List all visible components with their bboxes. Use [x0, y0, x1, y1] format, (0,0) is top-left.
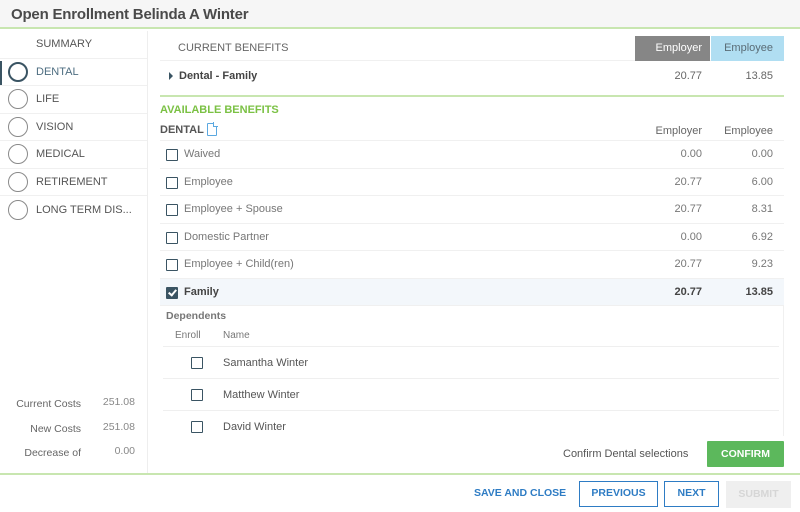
employer-cost: 20.77 [674, 175, 702, 188]
sidebar-item-label: VISION [36, 120, 74, 133]
cost-value: 0.00 [114, 445, 135, 457]
footer-bar: SAVE AND CLOSE PREVIOUS NEXT SUBMIT [0, 473, 800, 512]
sidebar-item-retirement[interactable]: RETIREMENT [0, 169, 147, 196]
dependent-name: Samantha Winter [223, 357, 308, 369]
plan-label: DENTAL [160, 124, 204, 136]
current-benefit-row[interactable]: Dental - Family 20.77 13.85 [160, 61, 784, 97]
current-costs-row: Current Costs 251.08 [0, 396, 148, 421]
status-circle-icon [8, 116, 28, 137]
sidebar-item-vision[interactable]: VISION [0, 114, 147, 141]
option-checkbox[interactable] [166, 231, 178, 244]
plan-option-employee-spouse[interactable]: Employee + Spouse 20.77 8.31 [160, 196, 784, 224]
sidebar-item-label: DENTAL [36, 65, 79, 78]
document-icon[interactable] [207, 122, 218, 136]
dependents-title: Dependents [166, 310, 227, 322]
employee-cost: 13.85 [745, 70, 773, 82]
option-label: Employee + Child(ren) [184, 258, 294, 270]
employer-cost: 20.77 [674, 258, 702, 270]
employer-cost: 0.00 [680, 230, 702, 243]
option-checkbox-checked[interactable] [166, 286, 178, 299]
employer-column-header: Employer [655, 125, 702, 137]
sidebar-item-label: LONG TERM DIS... [36, 203, 132, 216]
status-circle-icon [8, 89, 28, 110]
next-button[interactable]: NEXT [664, 481, 719, 507]
decrease-row: Decrease of 0.00 [0, 445, 148, 470]
plan-option-employee-children[interactable]: Employee + Child(ren) 20.77 9.23 [160, 251, 784, 279]
dependents-section: Dependents Enroll Name Samantha Winter M… [160, 306, 784, 436]
sidebar-item-medical[interactable]: MEDICAL [0, 141, 147, 169]
option-label: Family [184, 285, 219, 298]
previous-button[interactable]: PREVIOUS [579, 481, 658, 507]
option-label: Employee [184, 175, 233, 188]
option-label: Waived [184, 148, 221, 160]
status-circle-icon [8, 199, 28, 220]
cost-summary: Current Costs 251.08 New Costs 251.08 De… [0, 396, 148, 470]
plan-option-family[interactable]: Family 20.77 13.85 [160, 278, 784, 306]
enroll-column-header: Enroll [175, 330, 201, 341]
option-label: Employee + Spouse [184, 203, 283, 215]
option-checkbox[interactable] [166, 149, 178, 161]
current-benefit-name: Dental - Family [179, 70, 258, 82]
available-benefits-heading: AVAILABLE BENEFITS [160, 104, 279, 116]
employer-column-header: Employer [635, 36, 710, 61]
submit-button: SUBMIT [726, 481, 791, 508]
employee-cost: 9.23 [751, 258, 773, 270]
enroll-checkbox[interactable] [191, 421, 203, 433]
option-checkbox[interactable] [166, 204, 178, 216]
cost-value: 251.08 [102, 420, 135, 433]
option-checkbox[interactable] [166, 176, 178, 189]
confirm-button[interactable]: CONFIRM [707, 441, 784, 467]
sidebar-item-summary[interactable]: SUMMARY [0, 31, 147, 59]
sidebar-item-label: SUMMARY [36, 38, 93, 51]
sidebar-item-long-term-disability[interactable]: LONG TERM DIS... [0, 196, 147, 224]
employer-cost: 20.77 [674, 203, 702, 215]
employee-cost: 8.31 [751, 203, 773, 215]
dependent-row[interactable]: Matthew Winter [163, 378, 779, 410]
option-checkbox[interactable] [166, 259, 178, 271]
save-and-close-button[interactable]: SAVE AND CLOSE [474, 487, 566, 499]
current-benefits-heading: CURRENT BENEFITS [178, 42, 289, 54]
employee-cost: 13.85 [745, 285, 773, 298]
employee-cost: 6.00 [751, 175, 773, 188]
employer-cost: 20.77 [674, 285, 702, 298]
sidebar-item-label: MEDICAL [36, 148, 85, 161]
sidebar-item-label: RETIREMENT [36, 175, 108, 188]
enroll-checkbox[interactable] [191, 389, 203, 401]
employee-column-header: Employee [711, 36, 784, 61]
sidebar-item-label: LIFE [36, 93, 60, 106]
dependent-row[interactable]: Samantha Winter [163, 346, 779, 378]
enroll-checkbox[interactable] [191, 357, 203, 369]
option-label: Domestic Partner [184, 230, 269, 243]
current-benefits-header: CURRENT BENEFITS Employer Employee [160, 36, 784, 61]
employee-column-header: Employee [724, 125, 773, 137]
plan-option-employee[interactable]: Employee 20.77 6.00 [160, 169, 784, 196]
cost-value: 251.08 [102, 396, 135, 408]
dependent-row[interactable]: David Winter [163, 410, 779, 436]
status-circle-icon [8, 61, 28, 82]
status-circle-icon [8, 144, 28, 165]
cost-label: Decrease of [24, 447, 81, 459]
plan-option-waived[interactable]: Waived 0.00 0.00 [160, 141, 784, 169]
sidebar: SUMMARY DENTAL LIFE VISION MEDICAL RETIR… [0, 31, 148, 473]
employer-cost: 20.77 [674, 70, 702, 82]
plan-header: DENTAL Employer Employee [160, 121, 784, 141]
employee-cost: 0.00 [751, 148, 773, 160]
main-panel: CURRENT BENEFITS Employer Employee Denta… [160, 31, 784, 473]
new-costs-row: New Costs 251.08 [0, 421, 148, 446]
caret-right-icon[interactable] [169, 72, 173, 80]
name-column-header: Name [223, 330, 250, 341]
dependent-name: David Winter [223, 421, 286, 433]
status-circle-icon [8, 171, 28, 192]
window-title: Open Enrollment Belinda A Winter [11, 6, 249, 23]
cost-label: Current Costs [16, 398, 81, 410]
sidebar-item-dental[interactable]: DENTAL [0, 59, 147, 86]
title-bar: Open Enrollment Belinda A Winter [0, 0, 800, 29]
employee-cost: 6.92 [751, 230, 773, 243]
employer-cost: 0.00 [680, 148, 702, 160]
cost-label: New Costs [30, 422, 81, 435]
confirm-prompt: Confirm Dental selections [563, 448, 689, 460]
plan-option-domestic-partner[interactable]: Domestic Partner 0.00 6.92 [160, 224, 784, 251]
dependent-name: Matthew Winter [223, 389, 300, 401]
sidebar-item-life[interactable]: LIFE [0, 86, 147, 114]
